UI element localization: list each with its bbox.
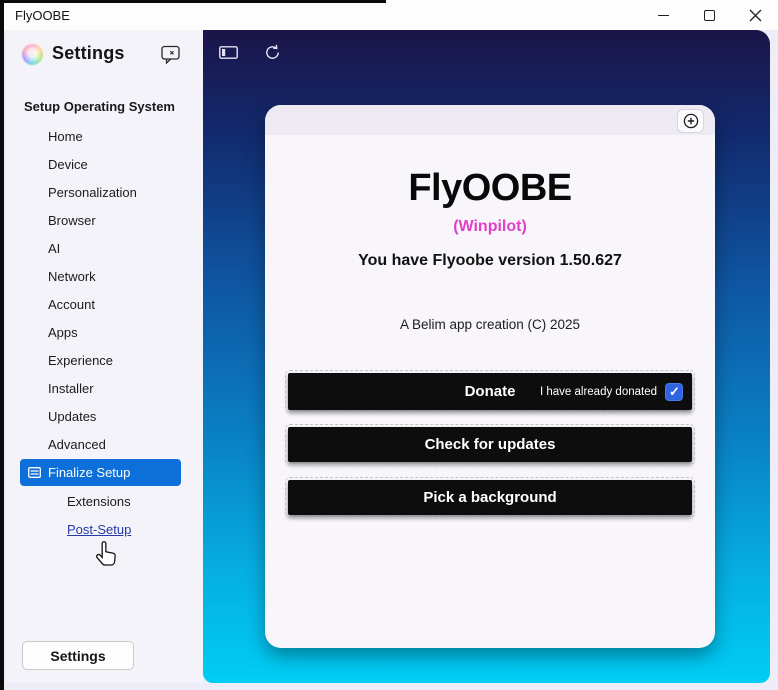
sidebar-item-finalize-setup[interactable]: Finalize Setup bbox=[20, 459, 181, 486]
donate-checkbox-label: I have already donated bbox=[540, 386, 657, 398]
feedback-button[interactable] bbox=[161, 45, 181, 63]
maximize-icon bbox=[704, 10, 715, 21]
sidebar-nav: Home Device Personalization Browser AI N… bbox=[6, 123, 203, 459]
sidebar-item-advanced[interactable]: Advanced bbox=[6, 431, 203, 459]
sidebar-header: Settings bbox=[6, 30, 203, 86]
check-updates-button[interactable]: Check for updates bbox=[288, 427, 692, 462]
donate-checkbox-group: I have already donated bbox=[540, 373, 683, 410]
refresh-button[interactable] bbox=[260, 40, 284, 64]
sidebar-item-account[interactable]: Account bbox=[6, 291, 203, 319]
sidebar-item-home[interactable]: Home bbox=[6, 123, 203, 151]
sidebar-item-installer[interactable]: Installer bbox=[6, 375, 203, 403]
close-button[interactable] bbox=[732, 0, 778, 30]
pick-background-button[interactable]: Pick a background bbox=[288, 480, 692, 515]
version-text: You have Flyoobe version 1.50.627 bbox=[265, 252, 715, 270]
add-button[interactable] bbox=[677, 109, 704, 133]
sidebar-item-apps[interactable]: Apps bbox=[6, 319, 203, 347]
hand-cursor-icon bbox=[94, 540, 120, 570]
plus-circle-icon bbox=[683, 113, 699, 129]
sidebar-item-device[interactable]: Device bbox=[6, 151, 203, 179]
window-title: FlyOOBE bbox=[4, 8, 70, 23]
main-panel: FlyOOBE (Winpilot) You have Flyoobe vers… bbox=[203, 30, 770, 683]
card-subtitle: (Winpilot) bbox=[265, 218, 715, 236]
about-card: FlyOOBE (Winpilot) You have Flyoobe vers… bbox=[265, 105, 715, 648]
sidebar-item-browser[interactable]: Browser bbox=[6, 207, 203, 235]
minimize-icon bbox=[658, 15, 669, 16]
window-frame-icon bbox=[28, 467, 41, 478]
window-top-edge bbox=[0, 0, 386, 3]
close-icon bbox=[749, 9, 762, 22]
sidebar: Settings Setup Operating System Home Dev… bbox=[6, 30, 203, 683]
minimize-button[interactable] bbox=[640, 0, 686, 30]
credit-text: A Belim app creation (C) 2025 bbox=[265, 317, 715, 332]
sidebar-item-network[interactable]: Network bbox=[6, 263, 203, 291]
display-toggle-button[interactable] bbox=[216, 40, 240, 64]
card-title: FlyOOBE bbox=[265, 167, 715, 210]
refresh-icon bbox=[264, 44, 281, 61]
sidebar-selected-label: Finalize Setup bbox=[48, 465, 130, 480]
speech-bubble-icon bbox=[161, 45, 181, 64]
sidebar-item-personalization[interactable]: Personalization bbox=[6, 179, 203, 207]
sidebar-title: Settings bbox=[52, 43, 125, 64]
sidebar-item-post-setup[interactable]: Post-Setup bbox=[67, 516, 131, 543]
titlebar: FlyOOBE bbox=[4, 0, 778, 30]
main-toolbar bbox=[203, 30, 284, 74]
window-controls bbox=[640, 0, 778, 30]
sidebar-item-updates[interactable]: Updates bbox=[6, 403, 203, 431]
sidebar-item-extensions[interactable]: Extensions bbox=[67, 488, 131, 515]
sidebar-item-ai[interactable]: AI bbox=[6, 235, 203, 263]
card-header-strip bbox=[265, 105, 715, 135]
settings-button[interactable]: Settings bbox=[22, 641, 134, 670]
donate-button[interactable]: Donate I have already donated bbox=[288, 373, 692, 410]
donate-checkbox[interactable] bbox=[665, 383, 683, 401]
app-logo-icon bbox=[22, 44, 43, 65]
sidebar-section-header: Setup Operating System bbox=[24, 99, 175, 114]
window-left-edge bbox=[0, 0, 4, 690]
sidebar-item-experience[interactable]: Experience bbox=[6, 347, 203, 375]
maximize-button[interactable] bbox=[686, 0, 732, 30]
display-icon bbox=[219, 46, 238, 59]
